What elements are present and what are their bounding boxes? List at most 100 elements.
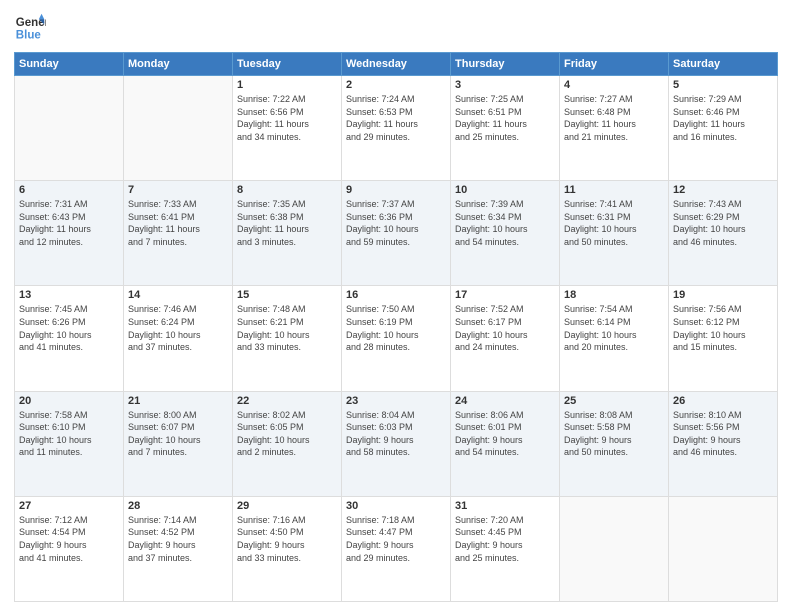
week-row-2: 6 Sunrise: 7:31 AM Sunset: 6:43 PM Daylig… xyxy=(15,181,778,286)
header: General Blue xyxy=(14,12,778,44)
day-cell: 1 Sunrise: 7:22 AM Sunset: 6:56 PM Daylig… xyxy=(233,76,342,181)
day-info: Sunrise: 8:00 AM Sunset: 6:07 PM Dayligh… xyxy=(128,409,228,459)
day-number: 20 xyxy=(19,395,119,407)
day-cell: 15 Sunrise: 7:48 AM Sunset: 6:21 PM Dayli… xyxy=(233,286,342,391)
day-info: Sunrise: 8:06 AM Sunset: 6:01 PM Dayligh… xyxy=(455,409,555,459)
day-cell: 28 Sunrise: 7:14 AM Sunset: 4:52 PM Dayli… xyxy=(124,496,233,601)
day-cell: 12Sunrise: 7:43 AM Sunset: 6:29 PM Dayli… xyxy=(669,181,778,286)
day-cell xyxy=(124,76,233,181)
day-number: 10 xyxy=(455,184,555,196)
day-info: Sunrise: 7:50 AM Sunset: 6:19 PM Dayligh… xyxy=(346,303,446,353)
day-info: Sunrise: 7:29 AM Sunset: 6:46 PM Dayligh… xyxy=(673,93,773,143)
day-info: Sunrise: 7:52 AM Sunset: 6:17 PM Dayligh… xyxy=(455,303,555,353)
day-info: Sunrise: 7:48 AM Sunset: 6:21 PM Dayligh… xyxy=(237,303,337,353)
day-number: 25 xyxy=(564,395,664,407)
day-cell: 8 Sunrise: 7:35 AM Sunset: 6:38 PM Daylig… xyxy=(233,181,342,286)
day-number: 1 xyxy=(237,79,337,91)
day-number: 9 xyxy=(346,184,446,196)
day-number: 8 xyxy=(237,184,337,196)
day-cell: 23 Sunrise: 8:04 AM Sunset: 6:03 PM Dayli… xyxy=(342,391,451,496)
day-cell: 11 Sunrise: 7:41 AM Sunset: 6:31 PM Dayli… xyxy=(560,181,669,286)
col-header-tuesday: Tuesday xyxy=(233,53,342,76)
day-info: Sunrise: 8:04 AM Sunset: 6:03 PM Dayligh… xyxy=(346,409,446,459)
day-cell: 2Sunrise: 7:24 AM Sunset: 6:53 PM Daylig… xyxy=(342,76,451,181)
logo: General Blue xyxy=(14,12,46,44)
day-number: 21 xyxy=(128,395,228,407)
day-number: 29 xyxy=(237,500,337,512)
day-cell: 30Sunrise: 7:18 AM Sunset: 4:47 PM Dayli… xyxy=(342,496,451,601)
day-number: 5 xyxy=(673,79,773,91)
col-header-sunday: Sunday xyxy=(15,53,124,76)
day-cell xyxy=(560,496,669,601)
day-cell: 7 Sunrise: 7:33 AM Sunset: 6:41 PM Daylig… xyxy=(124,181,233,286)
day-info: Sunrise: 7:31 AM Sunset: 6:43 PM Dayligh… xyxy=(19,198,119,248)
svg-text:Blue: Blue xyxy=(16,30,42,42)
day-info: Sunrise: 7:35 AM Sunset: 6:38 PM Dayligh… xyxy=(237,198,337,248)
day-cell: 16 Sunrise: 7:50 AM Sunset: 6:19 PM Dayli… xyxy=(342,286,451,391)
day-number: 13 xyxy=(19,289,119,301)
day-number: 27 xyxy=(19,500,119,512)
col-header-saturday: Saturday xyxy=(669,53,778,76)
col-header-thursday: Thursday xyxy=(451,53,560,76)
day-number: 24 xyxy=(455,395,555,407)
day-number: 26 xyxy=(673,395,773,407)
day-info: Sunrise: 7:14 AM Sunset: 4:52 PM Dayligh… xyxy=(128,514,228,564)
week-row-3: 13 Sunrise: 7:45 AM Sunset: 6:26 PM Dayli… xyxy=(15,286,778,391)
col-header-friday: Friday xyxy=(560,53,669,76)
day-cell: 14Sunrise: 7:46 AM Sunset: 6:24 PM Dayli… xyxy=(124,286,233,391)
day-number: 16 xyxy=(346,289,446,301)
day-cell: 3 Sunrise: 7:25 AM Sunset: 6:51 PM Daylig… xyxy=(451,76,560,181)
day-cell: 25 Sunrise: 8:08 AM Sunset: 5:58 PM Dayli… xyxy=(560,391,669,496)
day-cell xyxy=(669,496,778,601)
header-row: SundayMondayTuesdayWednesdayThursdayFrid… xyxy=(15,53,778,76)
day-cell: 17 Sunrise: 7:52 AM Sunset: 6:17 PM Dayli… xyxy=(451,286,560,391)
logo-icon: General Blue xyxy=(14,12,46,44)
day-info: Sunrise: 7:25 AM Sunset: 6:51 PM Dayligh… xyxy=(455,93,555,143)
day-cell: 26 Sunrise: 8:10 AM Sunset: 5:56 PM Dayli… xyxy=(669,391,778,496)
week-row-4: 20 Sunrise: 7:58 AM Sunset: 6:10 PM Dayli… xyxy=(15,391,778,496)
day-number: 15 xyxy=(237,289,337,301)
day-info: Sunrise: 8:10 AM Sunset: 5:56 PM Dayligh… xyxy=(673,409,773,459)
page: General Blue SundayMondayTuesdayWednesda… xyxy=(0,0,792,612)
day-info: Sunrise: 7:39 AM Sunset: 6:34 PM Dayligh… xyxy=(455,198,555,248)
col-header-wednesday: Wednesday xyxy=(342,53,451,76)
week-row-1: 1 Sunrise: 7:22 AM Sunset: 6:56 PM Daylig… xyxy=(15,76,778,181)
day-number: 11 xyxy=(564,184,664,196)
day-info: Sunrise: 7:18 AM Sunset: 4:47 PM Dayligh… xyxy=(346,514,446,564)
day-cell: 10 Sunrise: 7:39 AM Sunset: 6:34 PM Dayli… xyxy=(451,181,560,286)
day-info: Sunrise: 7:22 AM Sunset: 6:56 PM Dayligh… xyxy=(237,93,337,143)
day-number: 18 xyxy=(564,289,664,301)
day-info: Sunrise: 7:20 AM Sunset: 4:45 PM Dayligh… xyxy=(455,514,555,564)
day-cell: 22 Sunrise: 8:02 AM Sunset: 6:05 PM Dayli… xyxy=(233,391,342,496)
day-cell: 21 Sunrise: 8:00 AM Sunset: 6:07 PM Dayli… xyxy=(124,391,233,496)
day-cell: 29 Sunrise: 7:16 AM Sunset: 4:50 PM Dayli… xyxy=(233,496,342,601)
day-cell: 4Sunrise: 7:27 AM Sunset: 6:48 PM Daylig… xyxy=(560,76,669,181)
day-info: Sunrise: 7:24 AM Sunset: 6:53 PM Dayligh… xyxy=(346,93,446,143)
day-cell: 24 Sunrise: 8:06 AM Sunset: 6:01 PM Dayli… xyxy=(451,391,560,496)
day-info: Sunrise: 7:43 AM Sunset: 6:29 PM Dayligh… xyxy=(673,198,773,248)
day-cell: 5 Sunrise: 7:29 AM Sunset: 6:46 PM Daylig… xyxy=(669,76,778,181)
day-info: Sunrise: 7:54 AM Sunset: 6:14 PM Dayligh… xyxy=(564,303,664,353)
day-number: 28 xyxy=(128,500,228,512)
day-info: Sunrise: 7:33 AM Sunset: 6:41 PM Dayligh… xyxy=(128,198,228,248)
day-info: Sunrise: 7:12 AM Sunset: 4:54 PM Dayligh… xyxy=(19,514,119,564)
day-info: Sunrise: 8:08 AM Sunset: 5:58 PM Dayligh… xyxy=(564,409,664,459)
day-number: 6 xyxy=(19,184,119,196)
day-info: Sunrise: 7:16 AM Sunset: 4:50 PM Dayligh… xyxy=(237,514,337,564)
day-cell: 13 Sunrise: 7:45 AM Sunset: 6:26 PM Dayli… xyxy=(15,286,124,391)
day-cell: 20 Sunrise: 7:58 AM Sunset: 6:10 PM Dayli… xyxy=(15,391,124,496)
calendar-table: SundayMondayTuesdayWednesdayThursdayFrid… xyxy=(14,52,778,602)
day-number: 7 xyxy=(128,184,228,196)
day-info: Sunrise: 7:58 AM Sunset: 6:10 PM Dayligh… xyxy=(19,409,119,459)
day-cell: 6 Sunrise: 7:31 AM Sunset: 6:43 PM Daylig… xyxy=(15,181,124,286)
day-number: 17 xyxy=(455,289,555,301)
day-info: Sunrise: 8:02 AM Sunset: 6:05 PM Dayligh… xyxy=(237,409,337,459)
day-number: 22 xyxy=(237,395,337,407)
day-number: 3 xyxy=(455,79,555,91)
day-number: 19 xyxy=(673,289,773,301)
day-cell: 18 Sunrise: 7:54 AM Sunset: 6:14 PM Dayli… xyxy=(560,286,669,391)
day-number: 23 xyxy=(346,395,446,407)
day-info: Sunrise: 7:46 AM Sunset: 6:24 PM Dayligh… xyxy=(128,303,228,353)
day-info: Sunrise: 7:41 AM Sunset: 6:31 PM Dayligh… xyxy=(564,198,664,248)
day-info: Sunrise: 7:45 AM Sunset: 6:26 PM Dayligh… xyxy=(19,303,119,353)
